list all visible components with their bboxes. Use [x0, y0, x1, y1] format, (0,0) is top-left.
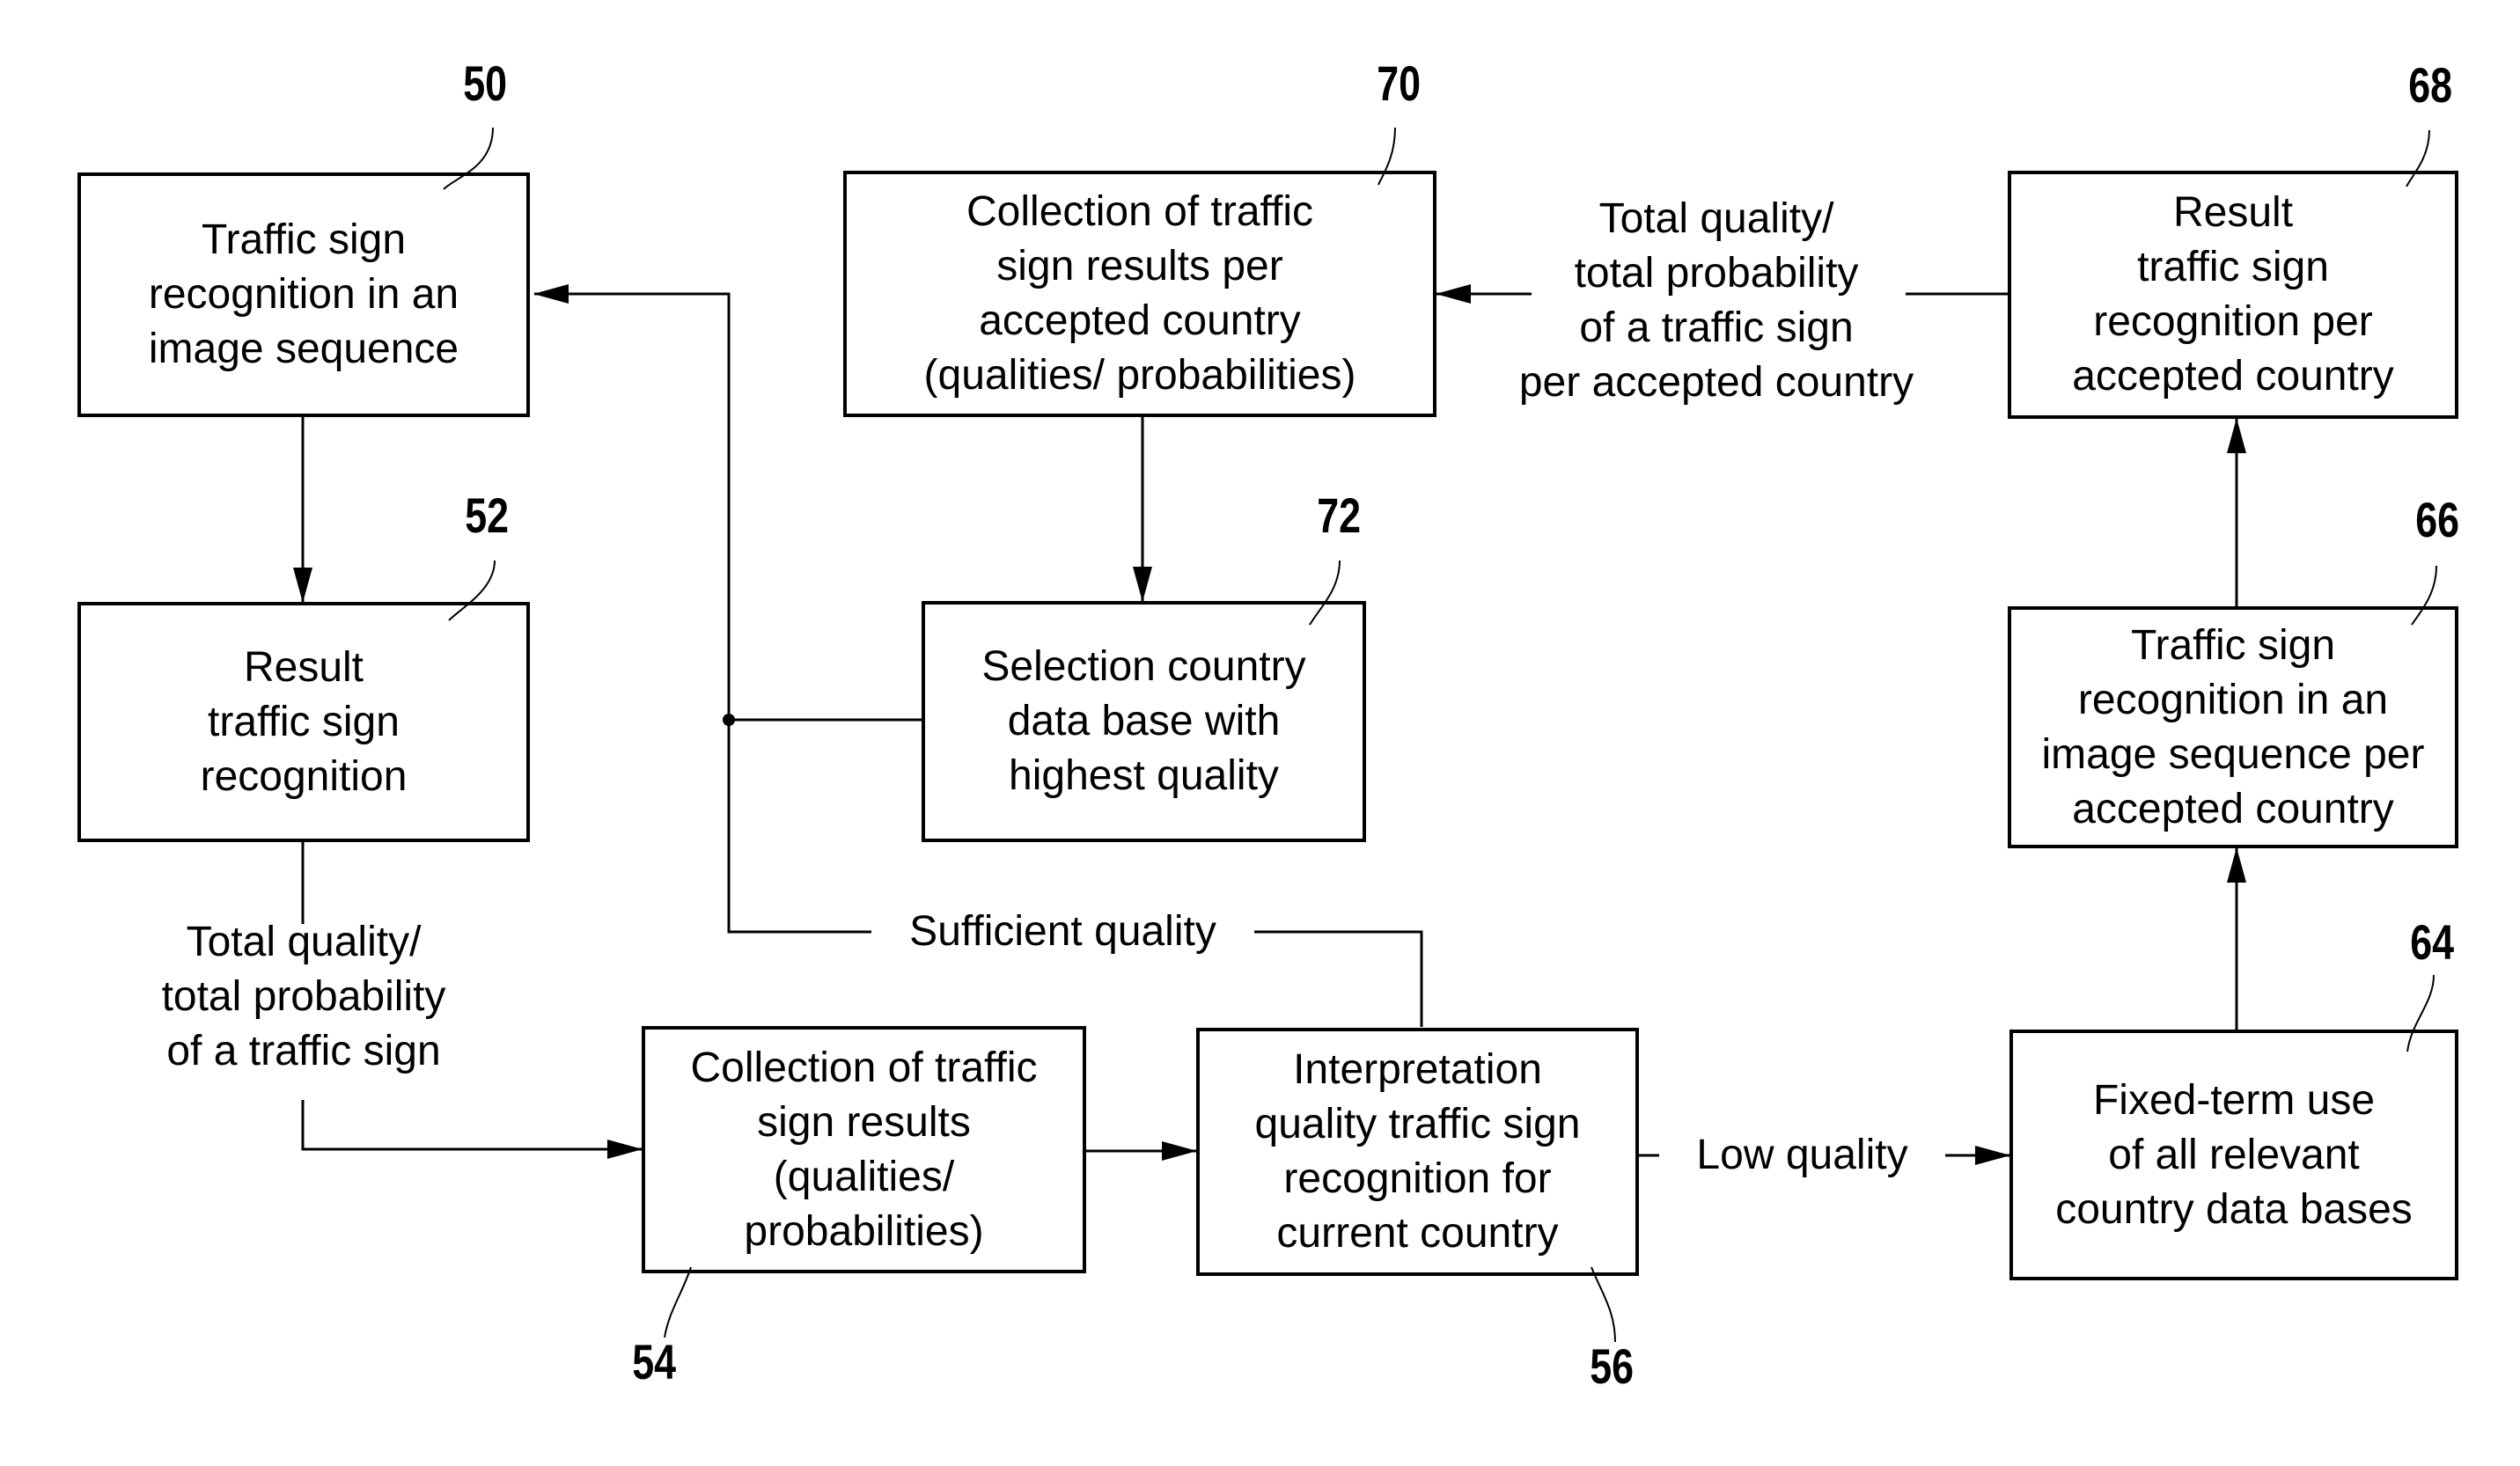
ref-66: 66	[2415, 492, 2460, 547]
box-text: Result traffic sign recognition per acce…	[2072, 189, 2394, 399]
box-text: Interpretation quality traffic sign reco…	[1254, 1046, 1581, 1257]
box-text: Collection of traffic sign results per a…	[923, 188, 1356, 399]
line-sufficient-right	[1254, 930, 1423, 1027]
ref-72: 72	[1317, 487, 1362, 543]
ref-50: 50	[463, 55, 508, 111]
box-recognition-per-country: Traffic sign recognition in an image seq…	[2008, 606, 2458, 848]
ref-54: 54	[632, 1334, 677, 1389]
line-sufficient-left	[533, 284, 871, 934]
junction-dot	[723, 714, 735, 726]
label-low-quality: Low quality	[1696, 1132, 1908, 1178]
label-sufficient-quality: Sufficient quality	[909, 908, 1216, 955]
ref-70: 70	[1377, 55, 1422, 111]
box-collection-per-country: Collection of traffic sign results per a…	[843, 171, 1436, 417]
box-result-recognition: Result traffic sign recognition	[77, 602, 530, 842]
box-text: Traffic sign recognition in an image seq…	[148, 216, 459, 372]
label-total-quality: Total quality/ total probability of a tr…	[161, 919, 446, 1074]
arrow-52-54	[301, 1100, 643, 1159]
label-total-quality-per-country: Total quality/ total probability of a tr…	[1518, 195, 1914, 406]
ref-64: 64	[2410, 914, 2455, 970]
box-text: Traffic sign recognition in an image seq…	[2041, 621, 2425, 832]
box-text: Fixed-term use of all relevant country d…	[2055, 1076, 2413, 1233]
box-collection-results: Collection of traffic sign results (qual…	[642, 1026, 1086, 1273]
ref-52: 52	[465, 487, 510, 543]
box-interpretation-quality: Interpretation quality traffic sign reco…	[1196, 1028, 1639, 1276]
box-text: Result traffic sign recognition	[200, 643, 408, 800]
box-text: Selection country data base with highest…	[981, 643, 1306, 799]
box-fixed-term-use: Fixed-term use of all relevant country d…	[2009, 1030, 2458, 1280]
box-selection-country-db: Selection country data base with highest…	[922, 601, 1366, 842]
ref-56: 56	[1590, 1338, 1635, 1394]
box-traffic-sign-recognition: Traffic sign recognition in an image seq…	[77, 172, 530, 417]
box-text: Collection of traffic sign results (qual…	[690, 1044, 1038, 1255]
ref-68: 68	[2408, 57, 2453, 113]
box-result-per-country: Result traffic sign recognition per acce…	[2008, 171, 2458, 419]
